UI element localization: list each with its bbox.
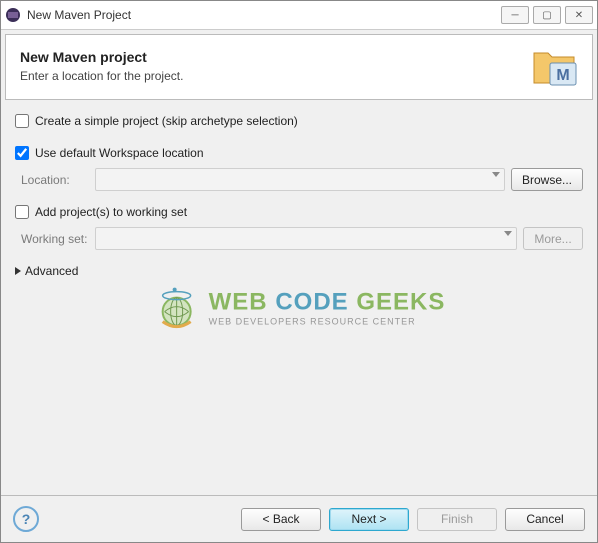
simple-project-checkbox[interactable]: [15, 114, 29, 128]
watermark-subtitle: WEB DEVELOPERS RESOURCE CENTER: [209, 316, 446, 326]
working-set-subrow: Working set: More...: [15, 227, 583, 250]
maven-folder-icon: M: [530, 45, 578, 87]
expand-icon: [15, 267, 21, 275]
simple-project-row: Create a simple project (skip archetype …: [15, 114, 583, 128]
help-icon[interactable]: ?: [13, 506, 39, 532]
location-row: Location: Browse...: [15, 168, 583, 191]
close-button[interactable]: ✕: [565, 6, 593, 24]
default-workspace-row: Use default Workspace location: [15, 146, 583, 160]
wizard-footer: ? < Back Next > Finish Cancel: [1, 495, 597, 542]
finish-button: Finish: [417, 508, 497, 531]
working-set-combo: [95, 227, 517, 250]
working-set-label: Add project(s) to working set: [35, 205, 187, 219]
working-set-row: Add project(s) to working set: [15, 205, 583, 219]
working-set-checkbox[interactable]: [15, 205, 29, 219]
watermark: WEB CODE GEEKS WEB DEVELOPERS RESOURCE C…: [153, 283, 446, 331]
default-workspace-checkbox[interactable]: [15, 146, 29, 160]
working-set-field-label: Working set:: [15, 232, 89, 246]
location-label: Location:: [15, 173, 89, 187]
watermark-title: WEB CODE GEEKS: [209, 288, 446, 316]
wizard-body: Create a simple project (skip archetype …: [1, 100, 597, 495]
chevron-down-icon: [504, 231, 512, 236]
dialog-window: New Maven Project ─ ▢ ✕ New Maven projec…: [0, 0, 598, 543]
browse-button[interactable]: Browse...: [511, 168, 583, 191]
maximize-button[interactable]: ▢: [533, 6, 561, 24]
page-title: New Maven project: [20, 49, 530, 65]
next-button[interactable]: Next >: [329, 508, 409, 531]
cancel-button[interactable]: Cancel: [505, 508, 585, 531]
back-button[interactable]: < Back: [241, 508, 321, 531]
advanced-label: Advanced: [25, 264, 78, 278]
page-subtitle: Enter a location for the project.: [20, 69, 530, 83]
simple-project-label: Create a simple project (skip archetype …: [35, 114, 298, 128]
titlebar: New Maven Project ─ ▢ ✕: [1, 1, 597, 30]
svg-text:M: M: [556, 67, 569, 84]
chevron-down-icon: [492, 172, 500, 177]
wizard-header: New Maven project Enter a location for t…: [5, 34, 593, 100]
more-button: More...: [523, 227, 583, 250]
location-combo[interactable]: [95, 168, 505, 191]
eclipse-icon: [5, 7, 21, 23]
minimize-button[interactable]: ─: [501, 6, 529, 24]
default-workspace-label: Use default Workspace location: [35, 146, 204, 160]
window-controls: ─ ▢ ✕: [501, 6, 593, 24]
advanced-toggle[interactable]: Advanced: [15, 264, 583, 278]
globe-icon: [153, 283, 201, 331]
window-title: New Maven Project: [27, 8, 501, 22]
